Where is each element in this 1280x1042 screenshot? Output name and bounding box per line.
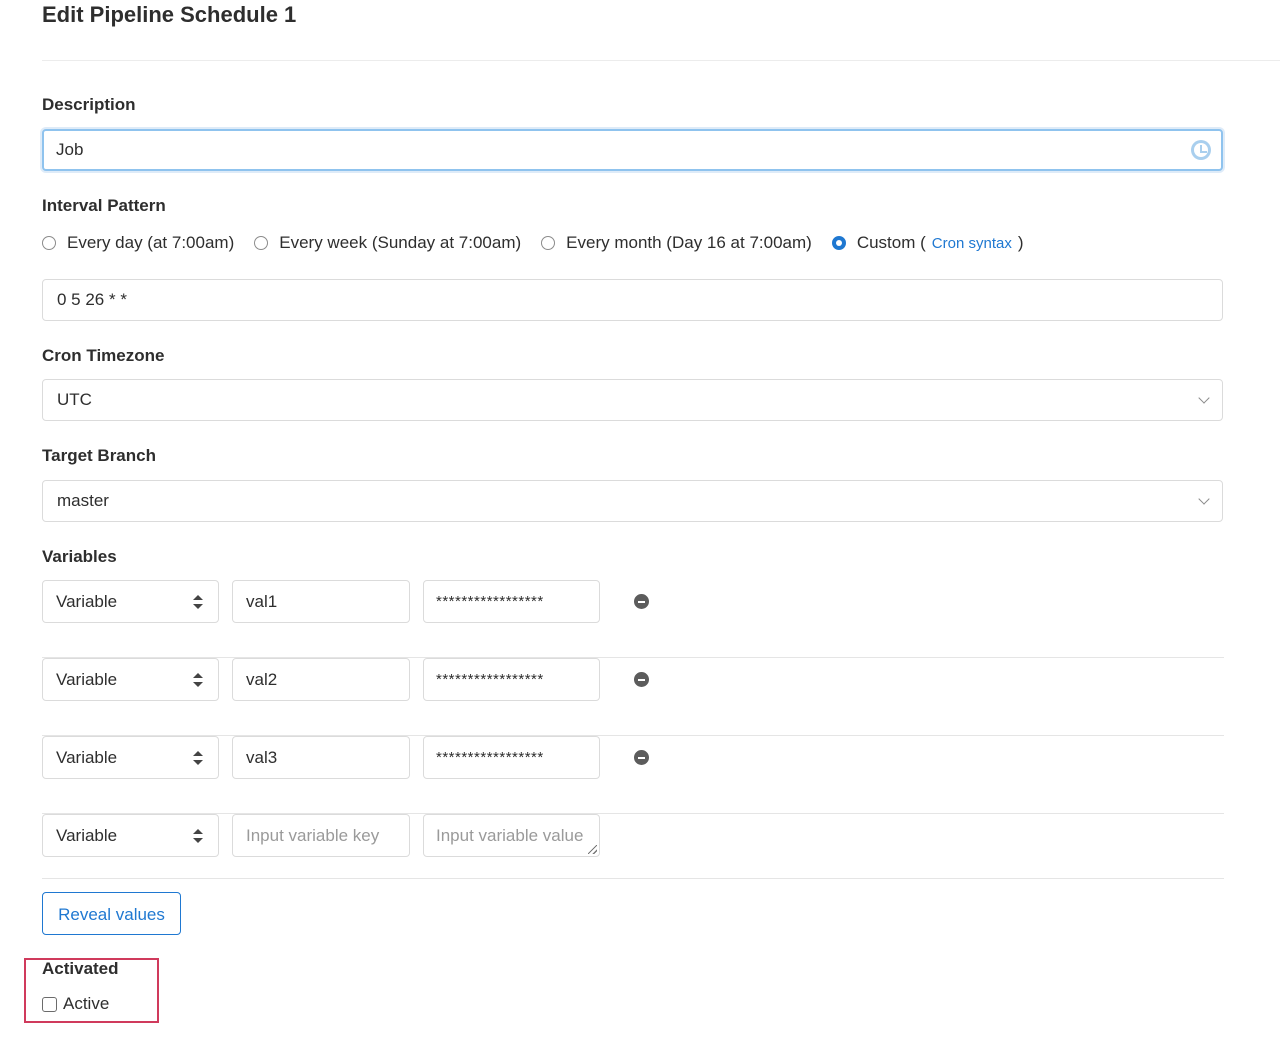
variable-type-select[interactable]: Variable xyxy=(42,658,219,701)
remove-variable-icon[interactable] xyxy=(634,750,649,765)
variables-label: Variables xyxy=(42,547,117,566)
remove-variable-icon[interactable] xyxy=(634,672,649,687)
interval-pattern-label: Interval Pattern xyxy=(42,196,166,215)
variable-key-value: val3 xyxy=(246,748,278,767)
timezone-dropdown[interactable]: UTC xyxy=(42,379,1223,421)
active-checkbox-row[interactable]: Active xyxy=(42,994,109,1014)
cron-syntax-link[interactable]: Cron syntax xyxy=(932,235,1012,252)
clock-icon[interactable] xyxy=(1191,140,1211,160)
variable-row: Variable val1 ***************** xyxy=(42,580,1224,658)
variable-value-textarea[interactable]: Input variable value xyxy=(423,814,600,857)
radio-every-month-label: Every month (Day 16 at 7:00am) xyxy=(566,233,812,252)
radio-every-day[interactable]: Every day (at 7:00am) xyxy=(42,233,234,253)
interval-radio-group: Every day (at 7:00am) Every week (Sunday… xyxy=(42,230,1024,256)
variable-type-select[interactable]: Variable xyxy=(42,736,219,779)
variable-value-input[interactable]: ***************** xyxy=(423,736,600,779)
variable-type-value: Variable xyxy=(56,748,118,767)
variable-value-masked: ***************** xyxy=(436,593,544,610)
page-title: Edit Pipeline Schedule 1 xyxy=(42,2,297,27)
variable-value-placeholder: Input variable value xyxy=(436,826,584,845)
branch-value: master xyxy=(57,491,109,510)
activated-label: Activated xyxy=(42,959,119,978)
radio-every-month[interactable]: Every month (Day 16 at 7:00am) xyxy=(541,233,812,253)
select-arrows-icon xyxy=(193,595,203,609)
chevron-down-icon xyxy=(1198,493,1210,505)
radio-every-week-label: Every week (Sunday at 7:00am) xyxy=(279,233,522,252)
select-arrows-icon xyxy=(193,829,203,843)
variable-key-value: val1 xyxy=(246,592,278,611)
timezone-value: UTC xyxy=(57,390,92,409)
radio-button[interactable] xyxy=(541,236,556,250)
select-arrows-icon xyxy=(193,751,203,765)
cron-input[interactable]: 0 5 26 * * xyxy=(42,279,1223,321)
variable-type-select[interactable]: Variable xyxy=(42,580,219,623)
variable-type-value: Variable xyxy=(56,670,118,689)
variable-value-input[interactable]: ***************** xyxy=(423,658,600,701)
radio-button[interactable] xyxy=(254,236,269,250)
variable-row: Variable val3 ***************** xyxy=(42,736,1224,814)
variable-value-input[interactable]: ***************** xyxy=(423,580,600,623)
active-checkbox[interactable] xyxy=(42,996,57,1012)
description-value: Job xyxy=(56,140,84,159)
row-divider xyxy=(42,878,1224,879)
description-input[interactable]: Job xyxy=(42,129,1223,171)
select-arrows-icon xyxy=(193,673,203,687)
branch-dropdown[interactable]: master xyxy=(42,480,1223,522)
radio-every-week[interactable]: Every week (Sunday at 7:00am) xyxy=(254,233,521,253)
active-checkbox-label: Active xyxy=(63,994,110,1013)
variable-type-value: Variable xyxy=(56,592,118,611)
target-branch-label: Target Branch xyxy=(42,446,156,465)
variable-type-select[interactable]: Variable xyxy=(42,814,219,857)
variable-key-input[interactable]: Input variable key xyxy=(232,814,410,857)
radio-custom-label: Custom ( xyxy=(856,233,926,252)
description-label: Description xyxy=(42,95,136,114)
radio-button[interactable] xyxy=(42,236,56,250)
variable-value-masked: ***************** xyxy=(436,671,544,688)
variable-key-value: val2 xyxy=(246,670,278,689)
variable-key-input[interactable]: val3 xyxy=(232,736,410,779)
variable-value-masked: ***************** xyxy=(436,749,544,766)
radio-every-day-label: Every day (at 7:00am) xyxy=(67,233,235,252)
title-divider xyxy=(42,60,1280,61)
reveal-values-button[interactable]: Reveal values xyxy=(42,892,181,935)
chevron-down-icon xyxy=(1198,392,1210,404)
resize-handle-icon[interactable] xyxy=(588,845,597,854)
variable-key-input[interactable]: val2 xyxy=(232,658,410,701)
radio-custom[interactable]: Custom ( Cron syntax ) xyxy=(831,233,1024,253)
close-paren: ) xyxy=(1017,233,1024,252)
remove-variable-icon[interactable] xyxy=(634,594,649,609)
variable-row-new: Variable Input variable key Input variab… xyxy=(42,814,1224,879)
cron-value: 0 5 26 * * xyxy=(57,290,127,309)
cron-timezone-label: Cron Timezone xyxy=(42,346,165,365)
variable-key-input[interactable]: val1 xyxy=(232,580,410,623)
variable-type-value: Variable xyxy=(56,826,118,845)
variable-key-placeholder: Input variable key xyxy=(246,826,380,845)
radio-button-checked[interactable] xyxy=(831,236,846,250)
variable-row: Variable val2 ***************** xyxy=(42,658,1224,736)
